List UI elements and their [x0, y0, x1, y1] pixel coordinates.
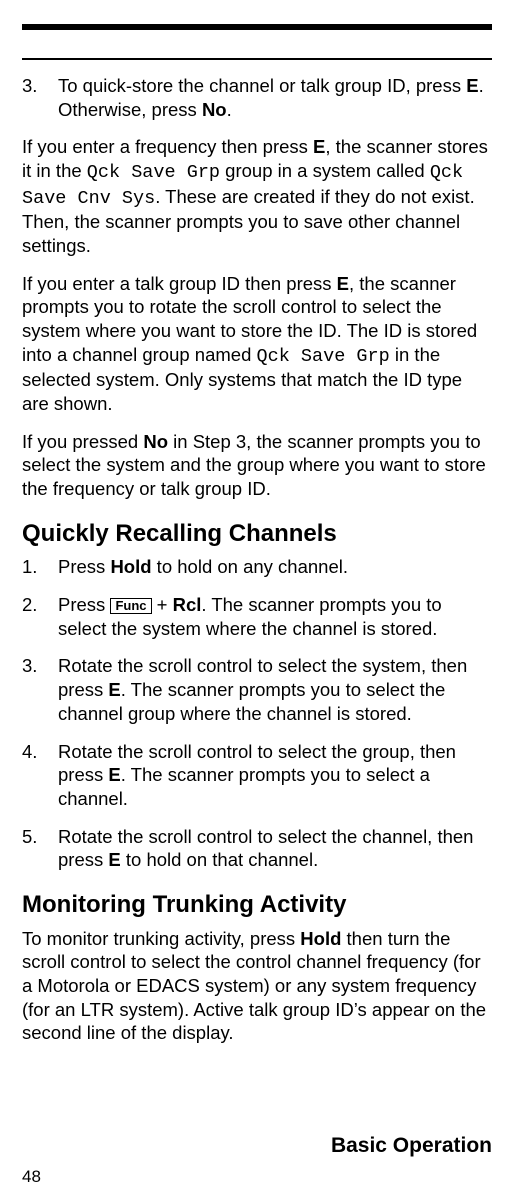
paragraph: To monitor trunking activity, press Hold… [22, 927, 492, 1045]
step-body: Rotate the scroll control to select the … [58, 654, 492, 725]
recall-step-4: 4. Rotate the scroll control to select t… [22, 740, 492, 811]
recall-step-3: 3. Rotate the scroll control to select t… [22, 654, 492, 725]
recall-step-5: 5. Rotate the scroll control to select t… [22, 825, 492, 872]
recall-step-1: 1. Press Hold to hold on any channel. [22, 555, 492, 579]
step-number: 5. [22, 825, 58, 872]
page-number: 48 [22, 1166, 41, 1188]
key-hold: Hold [300, 928, 341, 949]
step-number: 4. [22, 740, 58, 811]
text: If you enter a frequency then press [22, 136, 313, 157]
key-e: E [108, 764, 120, 785]
key-e: E [337, 273, 349, 294]
step-body: Press Hold to hold on any channel. [58, 555, 492, 579]
step-body: Rotate the scroll control to select the … [58, 740, 492, 811]
paragraph: If you enter a frequency then press E, t… [22, 135, 492, 257]
paragraph: If you pressed No in Step 3, the scanner… [22, 430, 492, 501]
key-no: No [202, 99, 227, 120]
key-e: E [466, 75, 478, 96]
step-number: 3. [22, 654, 58, 725]
footer-section-title: Basic Operation [331, 1133, 492, 1160]
heading-monitoring-trunking-activity: Monitoring Trunking Activity [22, 890, 492, 921]
code-qck-save-grp: Qck Save Grp [257, 346, 390, 367]
step-number: 3. [22, 74, 58, 121]
heading-quickly-recalling-channels: Quickly Recalling Channels [22, 519, 492, 550]
text: If you enter a talk group ID then press [22, 273, 337, 294]
step-number: 1. [22, 555, 58, 579]
step-body: Press Func + Rcl. The scanner prompts yo… [58, 593, 492, 640]
step-body: To quick-store the channel or talk group… [58, 74, 492, 121]
page: 3. To quick-store the channel or talk gr… [0, 24, 510, 1204]
step-number: 2. [22, 593, 58, 640]
key-e: E [108, 679, 120, 700]
paragraph: If you enter a talk group ID then press … [22, 272, 492, 416]
text: group in a system called [220, 160, 430, 181]
recall-step-2: 2. Press Func + Rcl. The scanner prompts… [22, 593, 492, 640]
rule-thin [22, 58, 492, 60]
key-e: E [108, 849, 120, 870]
step-body: Rotate the scroll control to select the … [58, 825, 492, 872]
func-key-icon: Func [110, 598, 151, 614]
text: to hold on any channel. [152, 556, 348, 577]
step-3: 3. To quick-store the channel or talk gr… [22, 74, 492, 121]
code-qck-save-grp: Qck Save Grp [87, 162, 220, 183]
text: Press [58, 556, 110, 577]
text: . [227, 99, 232, 120]
text: + [152, 594, 173, 615]
text: To quick-store the channel or talk group… [58, 75, 466, 96]
rule-thick [22, 24, 492, 30]
key-e: E [313, 136, 325, 157]
text: to hold on that channel. [121, 849, 318, 870]
key-no: No [143, 431, 168, 452]
text: If you pressed [22, 431, 143, 452]
key-hold: Hold [110, 556, 151, 577]
text: To monitor trunking activity, press [22, 928, 300, 949]
key-rcl: Rcl [173, 594, 202, 615]
text: Press [58, 594, 110, 615]
